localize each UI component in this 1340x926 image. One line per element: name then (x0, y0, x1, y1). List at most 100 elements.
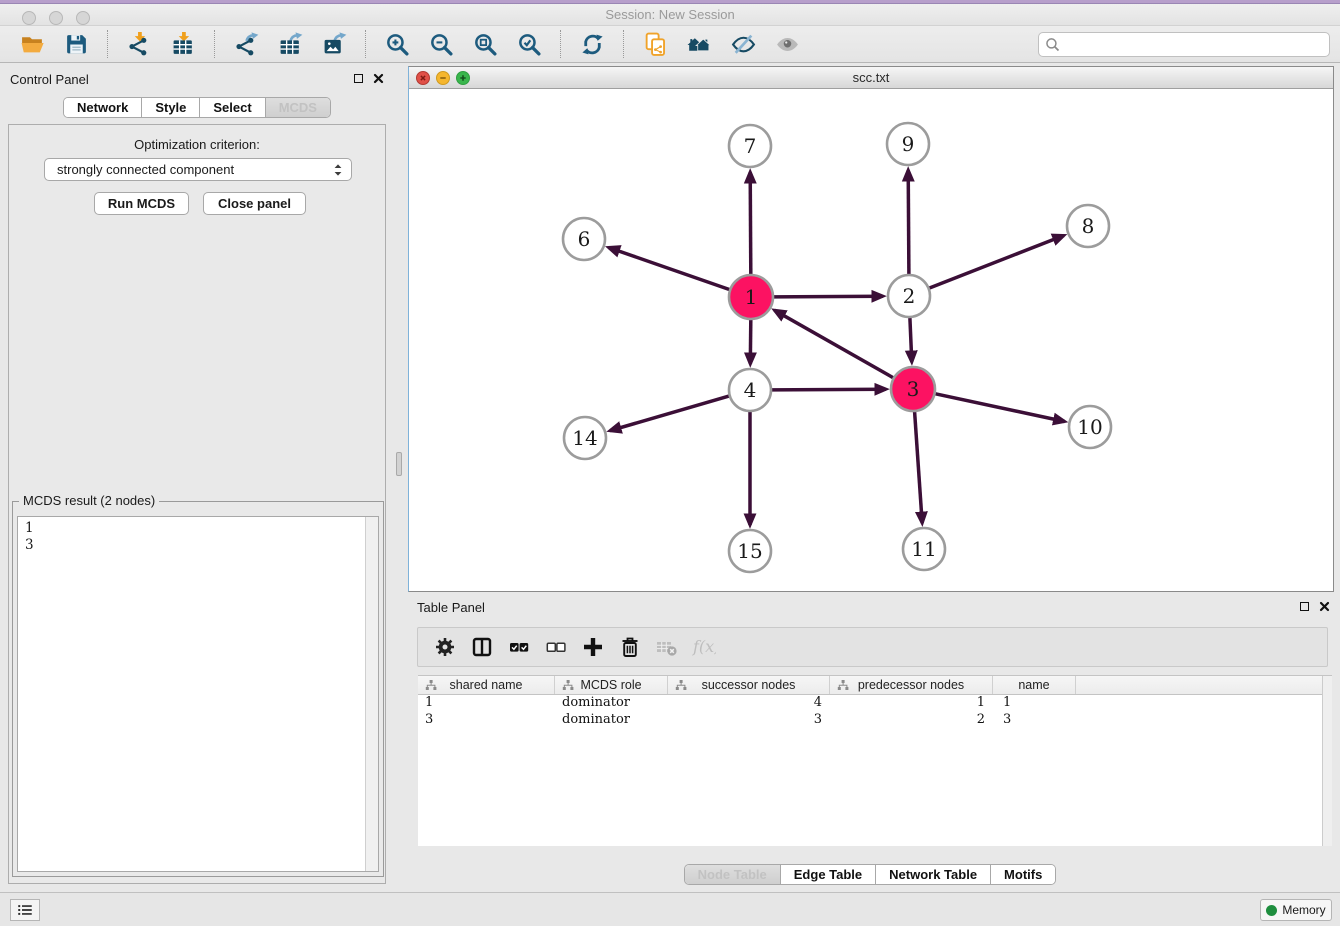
edge-3-10[interactable] (936, 394, 1065, 422)
table-tab-motifs[interactable]: Motifs (990, 865, 1055, 884)
mcds-result-text[interactable]: 13 (17, 516, 379, 872)
open-session-button[interactable] (14, 29, 50, 59)
node-4[interactable]: 4 (729, 369, 771, 411)
node-7[interactable]: 7 (729, 125, 771, 167)
node-11[interactable]: 11 (903, 528, 945, 570)
refresh-view-button[interactable] (574, 29, 610, 59)
edge-4-3[interactable] (772, 389, 886, 390)
network-graph[interactable]: 1 2 3 4 6 7 8 9 10 11 14 15 (409, 89, 1333, 591)
cell-shared-name[interactable]: 3 (418, 712, 555, 729)
edge-4-14[interactable] (610, 396, 729, 431)
column-header-name[interactable]: name (993, 676, 1076, 694)
cell-shared-name[interactable]: 1 (418, 695, 555, 712)
duplicate-network-button[interactable] (637, 29, 673, 59)
task-list-icon (16, 901, 34, 919)
cell-name[interactable]: 3 (993, 712, 1076, 729)
float-table-panel-icon[interactable] (1300, 602, 1309, 611)
node-6[interactable]: 6 (563, 218, 605, 260)
task-history-button[interactable] (10, 899, 40, 921)
table-tab-node-table[interactable]: Node Table (685, 865, 780, 884)
select-all-rows-button[interactable] (500, 631, 537, 663)
cell-MCDS-role[interactable]: dominator (555, 712, 668, 729)
table-scrollbar[interactable] (1322, 676, 1332, 846)
node-10[interactable]: 10 (1069, 406, 1111, 448)
criterion-dropdown[interactable]: strongly connected component (44, 158, 352, 181)
run-mcds-button[interactable]: Run MCDS (94, 192, 189, 215)
table-row[interactable]: 3dominator323 (418, 712, 1322, 729)
zoom-in-button[interactable] (379, 29, 415, 59)
show-graphics-details-button[interactable] (769, 29, 805, 59)
close-table-panel-icon[interactable] (1319, 601, 1330, 612)
save-session-button[interactable] (58, 29, 94, 59)
svg-text:f(x): f(x) (692, 637, 716, 656)
table-toolbar: f(x) (417, 627, 1328, 667)
search-box[interactable] (1038, 32, 1330, 57)
toggle-columns-button[interactable] (463, 631, 500, 663)
export-network-button[interactable] (228, 29, 264, 59)
cell-predecessor-nodes[interactable]: 2 (830, 712, 993, 729)
cell-successor-nodes[interactable]: 3 (668, 712, 830, 729)
node-15[interactable]: 15 (729, 530, 771, 572)
search-icon (1045, 37, 1060, 52)
node-label: 15 (737, 539, 762, 563)
home-button[interactable] (681, 29, 717, 59)
memory-button[interactable]: Memory (1260, 899, 1332, 921)
edge-1-2[interactable] (774, 296, 883, 297)
close-panel-icon[interactable] (373, 73, 384, 84)
column-header-shared-name[interactable]: shared name (418, 676, 555, 694)
search-input[interactable] (1060, 35, 1329, 55)
node-8[interactable]: 8 (1067, 205, 1109, 247)
table-row[interactable]: 1dominator411 (418, 695, 1322, 712)
cell-name[interactable]: 1 (993, 695, 1076, 712)
edge-1-6[interactable] (609, 248, 730, 290)
settings-gear-button[interactable] (426, 631, 463, 663)
import-network-button[interactable] (121, 29, 157, 59)
network-canvas[interactable]: 1 2 3 4 6 7 8 9 10 11 14 15 (409, 89, 1333, 591)
export-table-button[interactable] (272, 29, 308, 59)
table-tabs: Node TableEdge TableNetwork TableMotifs (684, 864, 1057, 885)
zoom-selected-button[interactable] (511, 29, 547, 59)
delete-rows-button[interactable] (611, 631, 648, 663)
node-label: 2 (903, 284, 916, 308)
edge-1-7[interactable] (750, 172, 751, 274)
node-9[interactable]: 9 (887, 123, 929, 165)
column-header-predecessor-nodes[interactable]: predecessor nodes (830, 676, 993, 694)
float-panel-icon[interactable] (354, 74, 363, 83)
close-panel-button[interactable]: Close panel (203, 192, 306, 215)
edge-2-3[interactable] (910, 318, 912, 362)
export-image-button[interactable] (316, 29, 352, 59)
column-label: MCDS role (580, 678, 641, 692)
column-header-MCDS-role[interactable]: MCDS role (555, 676, 668, 694)
result-scrollbar[interactable] (365, 517, 378, 871)
table-tab-edge-table[interactable]: Edge Table (780, 865, 875, 884)
tab-mcds[interactable]: MCDS (265, 98, 330, 117)
zoom-fit-button[interactable] (467, 29, 503, 59)
hide-graphics-details-button[interactable] (725, 29, 761, 59)
node-14[interactable]: 14 (564, 417, 606, 459)
node-3[interactable]: 3 (891, 367, 935, 411)
edge-3-11[interactable] (915, 412, 923, 523)
tab-network[interactable]: Network (64, 98, 141, 117)
cell-successor-nodes[interactable]: 4 (668, 695, 830, 712)
tab-select[interactable]: Select (199, 98, 264, 117)
result-line: 1 (25, 520, 378, 537)
edge-2-9[interactable] (908, 170, 909, 274)
network-window-titlebar[interactable]: scc.txt (409, 67, 1333, 89)
toolbar-separator (214, 30, 215, 58)
tab-style[interactable]: Style (141, 98, 199, 117)
edge-3-1[interactable] (775, 310, 894, 377)
cell-predecessor-nodes[interactable]: 1 (830, 695, 993, 712)
import-table-button[interactable] (165, 29, 201, 59)
network-view-title: scc.txt (409, 70, 1333, 85)
column-header-successor-nodes[interactable]: successor nodes (668, 676, 830, 694)
cell-MCDS-role[interactable]: dominator (555, 695, 668, 712)
node-1[interactable]: 1 (729, 275, 773, 319)
edge-2-8[interactable] (930, 236, 1064, 289)
edge-1-4[interactable] (750, 320, 751, 364)
deselect-all-rows-button[interactable] (537, 631, 574, 663)
splitter-grip-vertical[interactable] (396, 452, 402, 476)
table-tab-network-table[interactable]: Network Table (875, 865, 990, 884)
node-2[interactable]: 2 (888, 275, 930, 317)
add-row-button[interactable] (574, 631, 611, 663)
zoom-out-button[interactable] (423, 29, 459, 59)
